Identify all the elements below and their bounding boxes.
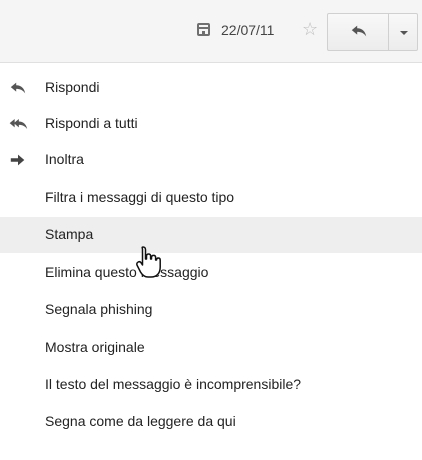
menu-item-label: Elimina questo messaggio xyxy=(45,264,209,280)
message-date: 22/07/11 xyxy=(221,22,275,38)
menu-item-label: Segna come da leggere da qui xyxy=(45,413,236,429)
calendar-icon xyxy=(197,23,210,36)
menu-item-delete[interactable]: Elimina questo messaggio xyxy=(0,255,422,291)
menu-item-show-original[interactable]: Mostra originale xyxy=(0,330,422,366)
menu-item-label: Rispondi a tutti xyxy=(45,115,138,131)
menu-item-mark-unread[interactable]: Segna come da leggere da qui xyxy=(0,404,422,440)
menu-item-label: Mostra originale xyxy=(45,339,145,355)
hand-cursor-icon xyxy=(136,246,161,278)
menu-item-label: Inoltra xyxy=(45,151,84,167)
menu-item-filter[interactable]: Filtra i messaggi di questo tipo xyxy=(0,180,422,216)
message-actions-menu: Rispondi Rispondi a tutti Inoltra Filtra… xyxy=(0,70,422,456)
more-actions-button[interactable] xyxy=(388,13,418,51)
reply-icon xyxy=(351,25,367,37)
menu-item-label: Stampa xyxy=(45,226,94,242)
menu-item-label: Rispondi xyxy=(45,79,100,95)
menu-item-reply[interactable]: Rispondi xyxy=(0,70,422,106)
message-toolbar: 22/07/11 ☆ xyxy=(0,0,422,63)
reply-all-icon xyxy=(9,119,28,129)
menu-item-label: Segnala phishing xyxy=(45,301,153,317)
menu-item-reply-all[interactable]: Rispondi a tutti xyxy=(0,106,422,142)
menu-item-forward[interactable]: Inoltra xyxy=(0,142,422,178)
chevron-down-icon xyxy=(400,31,408,35)
menu-item-label: Filtra i messaggi di questo tipo xyxy=(45,189,235,205)
reply-icon xyxy=(10,82,26,94)
menu-item-report-phishing[interactable]: Segnala phishing xyxy=(0,292,422,328)
menu-item-garbled-text[interactable]: Il testo del messaggio è incomprensibile… xyxy=(0,367,422,403)
star-icon[interactable]: ☆ xyxy=(302,19,318,40)
menu-item-label: Il testo del messaggio è incomprensibile… xyxy=(45,376,302,392)
forward-icon xyxy=(10,154,25,166)
reply-button[interactable] xyxy=(327,13,389,51)
menu-item-print[interactable]: Stampa xyxy=(0,217,422,253)
